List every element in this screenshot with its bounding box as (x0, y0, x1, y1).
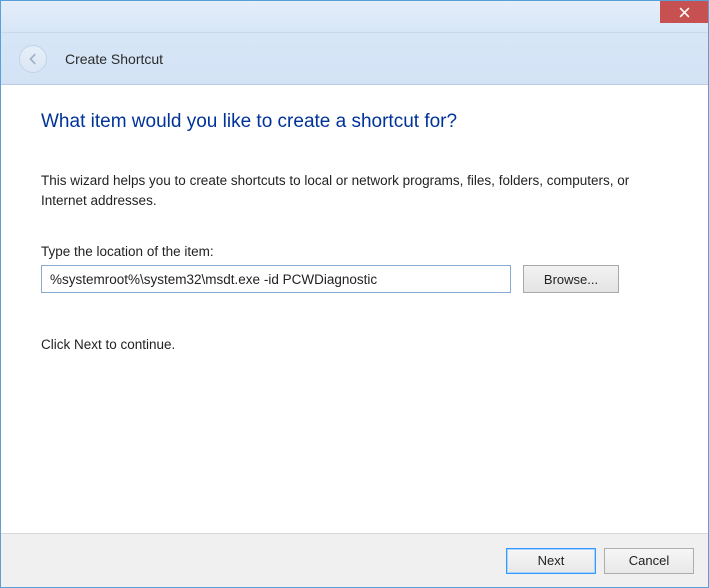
header-row: Create Shortcut (1, 33, 708, 85)
continue-hint: Click Next to continue. (41, 337, 668, 352)
footer: Next Cancel (1, 533, 708, 587)
browse-button[interactable]: Browse... (523, 265, 619, 293)
wizard-title: Create Shortcut (65, 51, 163, 67)
back-button (19, 45, 47, 73)
wizard-window: Create Shortcut What item would you like… (0, 0, 709, 588)
description-text: This wizard helps you to create shortcut… (41, 171, 641, 210)
location-input[interactable] (41, 265, 511, 293)
page-heading: What item would you like to create a sho… (41, 111, 668, 133)
close-button[interactable] (660, 1, 708, 23)
content-area: What item would you like to create a sho… (1, 85, 708, 533)
arrow-left-icon (26, 52, 40, 66)
close-icon (679, 7, 690, 18)
location-label: Type the location of the item: (41, 244, 668, 259)
input-row: Browse... (41, 265, 668, 293)
titlebar (1, 1, 708, 33)
next-button[interactable]: Next (506, 548, 596, 574)
cancel-button[interactable]: Cancel (604, 548, 694, 574)
